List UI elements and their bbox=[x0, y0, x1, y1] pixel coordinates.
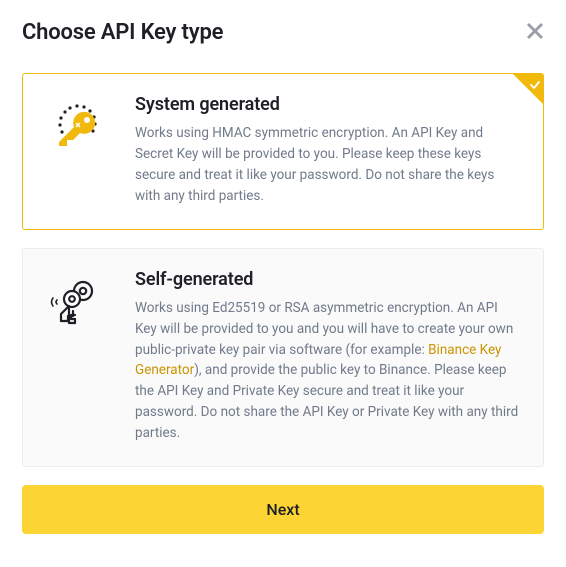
modal-header: Choose API Key type bbox=[22, 20, 544, 45]
self-key-icon bbox=[43, 269, 113, 444]
option-description: Works using HMAC symmetric encryption. A… bbox=[135, 123, 521, 207]
close-icon bbox=[526, 22, 544, 40]
system-key-icon bbox=[43, 94, 113, 207]
option-self-generated[interactable]: Self-generated Works using Ed25519 or RS… bbox=[22, 248, 544, 467]
check-icon bbox=[529, 76, 541, 95]
option-body: System generated Works using HMAC symmet… bbox=[135, 94, 521, 207]
option-title: Self-generated bbox=[135, 269, 521, 290]
modal-title: Choose API Key type bbox=[22, 20, 223, 45]
close-button[interactable] bbox=[526, 20, 544, 40]
next-button[interactable]: Next bbox=[22, 485, 544, 534]
option-title: System generated bbox=[135, 94, 521, 115]
option-body: Self-generated Works using Ed25519 or RS… bbox=[135, 269, 521, 444]
option-description: Works using Ed25519 or RSA asymmetric en… bbox=[135, 298, 521, 444]
option-system-generated[interactable]: System generated Works using HMAC symmet… bbox=[22, 73, 544, 230]
